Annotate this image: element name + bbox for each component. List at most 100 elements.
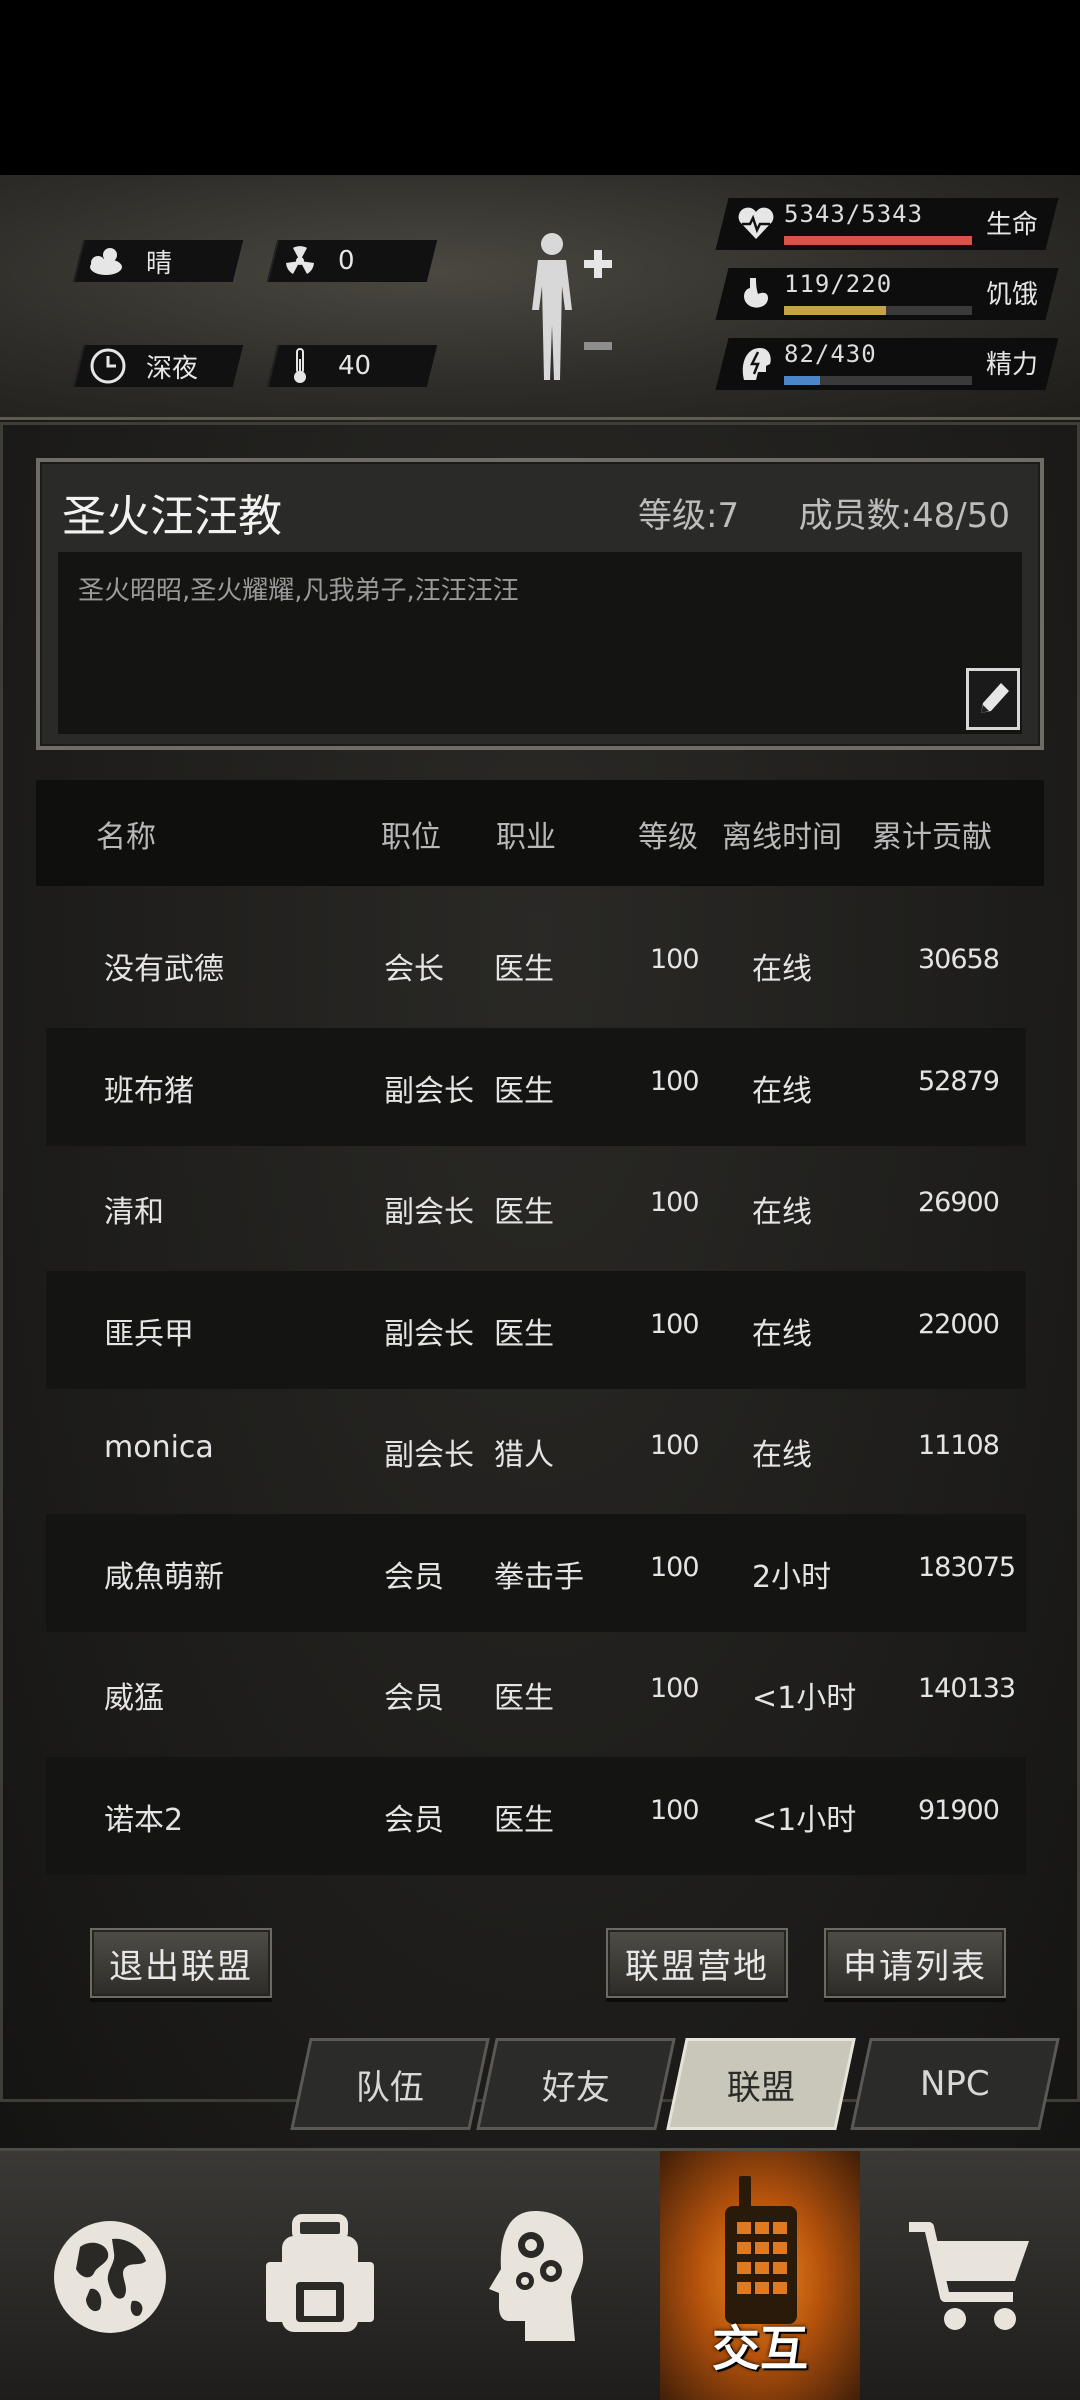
cell-level: 100: [650, 1795, 700, 1826]
tab-guild[interactable]: 联盟: [666, 2038, 856, 2130]
nav-skills[interactable]: [440, 2151, 640, 2400]
guild-member-count: 成员数:48/50: [798, 496, 1010, 536]
cell-offline-time: 2小时: [752, 1560, 832, 1595]
cell-name: 诺本2: [104, 1803, 184, 1838]
energy-value: 82/430: [784, 340, 877, 368]
cell-offline-time: 在线: [752, 1195, 812, 1230]
time-text: 深夜: [146, 353, 199, 384]
cell-contribution: 140133: [918, 1673, 1016, 1704]
cell-name: 匪兵甲: [104, 1317, 194, 1352]
guild-name: 圣火汪汪教: [62, 491, 282, 542]
table-row[interactable]: 匪兵甲 副会长 医生 100 在线 22000: [46, 1271, 1026, 1389]
vital-hunger: 119/220 饥饿: [715, 268, 1059, 320]
heart-icon: [738, 207, 774, 239]
tab-npc-label: NPC: [920, 2064, 990, 2104]
table-row[interactable]: 咸魚萌新 会员 拳击手 100 2小时 183075: [46, 1514, 1026, 1632]
nav-shop[interactable]: [870, 2151, 1070, 2400]
tab-guild-label: 联盟: [727, 2067, 795, 2108]
energy-label: 精力: [985, 350, 1038, 380]
leave-guild-button[interactable]: 退出联盟: [90, 1928, 272, 1998]
cell-level: 100: [650, 1187, 700, 1218]
radiation-indicator: 0: [280, 240, 355, 282]
time-indicator: 深夜: [88, 345, 198, 387]
body-status-button[interactable]: [520, 230, 630, 390]
cell-position: 会员: [384, 1803, 444, 1838]
radiation-value: 0: [338, 246, 355, 276]
tab-friends-label: 好友: [542, 2067, 610, 2108]
guild-level: 等级:7: [638, 496, 740, 536]
energy-icon: [742, 348, 771, 380]
hunger-bar: [784, 306, 972, 315]
cell-offline-time: <1小时: [752, 1803, 857, 1838]
tab-npc[interactable]: NPC: [850, 2038, 1060, 2130]
cell-level: 100: [650, 1430, 700, 1461]
health-label: 生命: [985, 210, 1038, 240]
guild-camp-button[interactable]: 联盟营地: [606, 1928, 788, 1998]
bottom-nav: 交互: [0, 2148, 1080, 2400]
nav-backpack[interactable]: [220, 2151, 420, 2400]
hunger-label: 饥饿: [985, 280, 1038, 310]
table-row[interactable]: 清和 副会长 医生 100 在线 26900: [46, 1149, 1026, 1267]
temperature-value: 40: [338, 351, 372, 381]
radiation-icon: [280, 241, 320, 281]
cell-contribution: 26900: [918, 1187, 1000, 1218]
header-offline-time: 离线时间: [722, 820, 842, 855]
cell-contribution: 183075: [918, 1552, 1016, 1583]
table-row[interactable]: 诺本2 会员 医生 100 <1小时 91900: [46, 1757, 1026, 1875]
header-level: 等级: [638, 820, 698, 855]
cell-position: 副会长: [384, 1317, 474, 1352]
guild-description-box: 圣火昭昭,圣火耀耀,凡我弟子,汪汪汪汪: [56, 550, 1024, 736]
cell-name: 清和: [104, 1195, 164, 1230]
status-bar-area: [0, 0, 1080, 175]
table-row[interactable]: 班布猪 副会长 医生 100 在线 52879: [46, 1028, 1026, 1146]
nav-map[interactable]: [10, 2151, 210, 2400]
cell-profession: 医生: [494, 1803, 554, 1838]
vital-health: 5343/5343 生命: [715, 198, 1059, 250]
cell-profession: 医生: [494, 1074, 554, 1109]
human-body-icon: [532, 233, 612, 380]
energy-bar: [784, 376, 972, 385]
nav-interact[interactable]: 交互: [660, 2151, 860, 2400]
cell-offline-time: 在线: [752, 952, 812, 987]
tab-friends[interactable]: 好友: [476, 2038, 676, 2130]
cell-offline-time: 在线: [752, 1438, 812, 1473]
hunger-value: 119/220: [784, 270, 893, 298]
cell-position: 副会长: [384, 1438, 474, 1473]
cell-position: 副会长: [384, 1074, 474, 1109]
weather-indicator: 晴: [88, 240, 172, 282]
table-row[interactable]: monica 副会长 猎人 100 在线 11108: [46, 1392, 1026, 1510]
cell-level: 100: [650, 1552, 700, 1583]
shopping-cart-icon: [909, 2222, 1029, 2330]
globe-icon: [54, 2221, 166, 2333]
guild-panel: 圣火汪汪教 等级:7 成员数:48/50 圣火昭昭,圣火耀耀,凡我弟子,汪汪汪汪…: [0, 420, 1080, 2150]
health-value: 5343/5343: [784, 200, 924, 228]
table-row[interactable]: 威猛 会员 医生 100 <1小时 140133: [46, 1635, 1026, 1753]
cell-contribution: 22000: [918, 1309, 1000, 1340]
cell-level: 100: [650, 1673, 700, 1704]
cell-position: 会员: [384, 1560, 444, 1595]
cell-position: 会员: [384, 1681, 444, 1716]
cell-profession: 医生: [494, 952, 554, 987]
tab-team-label: 队伍: [356, 2067, 424, 2108]
tab-team[interactable]: 队伍: [290, 2038, 490, 2130]
guild-description: 圣火昭昭,圣火耀耀,凡我弟子,汪汪汪汪: [78, 576, 519, 606]
head-gears-icon: [489, 2211, 584, 2341]
cell-contribution: 11108: [918, 1430, 1000, 1461]
cell-contribution: 52879: [918, 1066, 1000, 1097]
stomach-icon: [744, 278, 768, 308]
cell-offline-time: 在线: [752, 1317, 812, 1352]
cell-level: 100: [650, 1309, 700, 1340]
clock-icon: [88, 346, 128, 386]
cell-name: 威猛: [104, 1681, 164, 1716]
header-position: 职位: [381, 820, 441, 855]
cell-profession: 医生: [494, 1681, 554, 1716]
application-list-button[interactable]: 申请列表: [824, 1928, 1006, 1998]
cell-position: 会长: [384, 952, 444, 987]
edit-description-button[interactable]: [966, 668, 1020, 730]
table-row[interactable]: 没有武德 会长 医生 100 在线 30658: [46, 906, 1026, 1024]
social-tabs: 队伍 好友 联盟 NPC: [290, 2038, 1080, 2130]
cell-contribution: 91900: [918, 1795, 1000, 1826]
cell-name: 咸魚萌新: [104, 1560, 224, 1595]
header-profession: 职业: [496, 820, 556, 855]
cell-name: monica: [104, 1430, 214, 1465]
